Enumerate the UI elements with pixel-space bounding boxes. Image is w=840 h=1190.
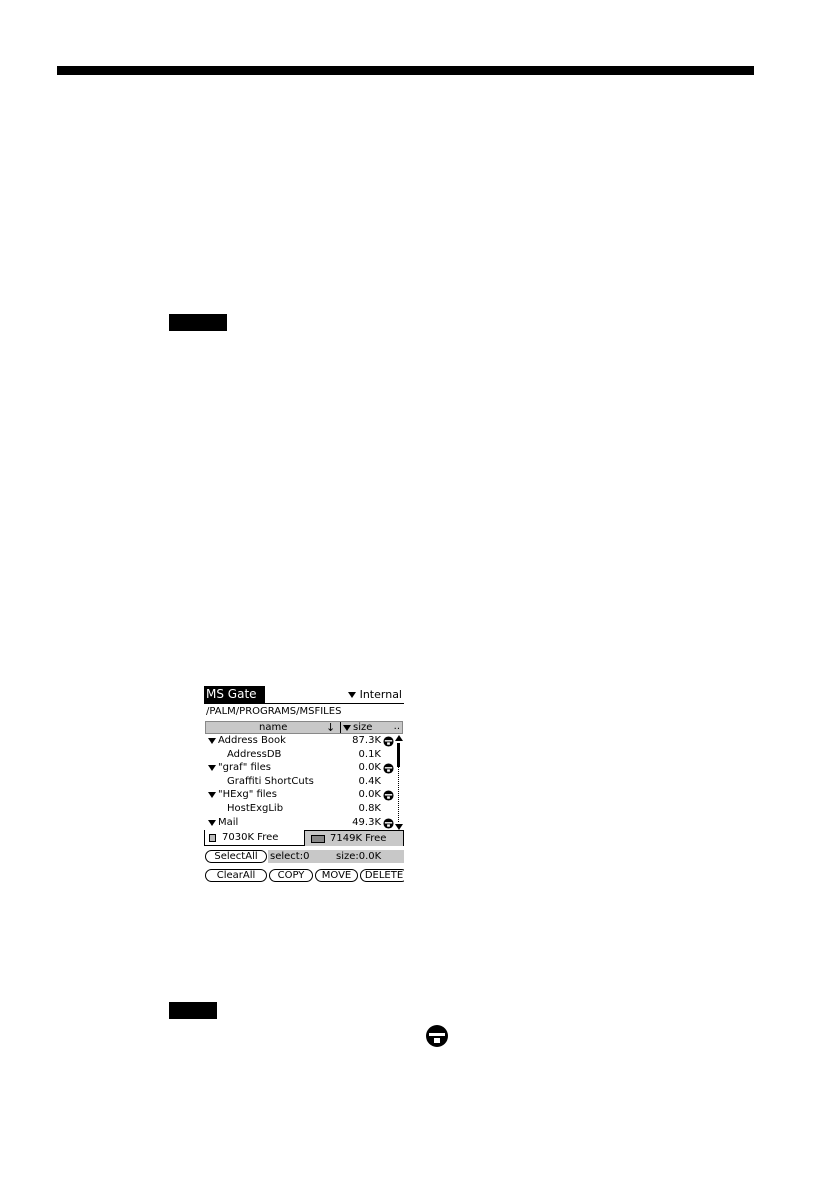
lock-icon [383,763,394,774]
button-row: ClearAll COPY MOVE DELETE [204,869,404,883]
row-label: AddressDB [227,748,282,760]
triangle-down-icon[interactable] [208,765,216,772]
row-size: 49.3K [352,816,381,828]
row-name: "HExg" files [208,790,277,800]
note-label-block-2 [169,1002,217,1019]
row-size: 0.4K [358,775,381,787]
scrollbar[interactable] [395,735,403,830]
scroll-thumb[interactable] [397,743,400,767]
row-label: "HExg" files [218,789,277,801]
folder-row[interactable]: Address Book 87.3K [205,735,395,749]
tab-memory-stick[interactable]: 7030K Free [204,830,305,846]
current-path: /PALM/PROGRAMS/MSFILES [206,706,342,717]
note-label-block [169,314,227,331]
tab-left-label: 7030K Free [222,831,279,843]
row-label: "graf" files [218,762,271,774]
status-row: SelectAll select:0 size:0.0K [204,850,404,864]
row-size: 0.0K [358,762,381,774]
select-count: select:0 [270,851,310,862]
row-name: Mail [208,816,239,828]
size-column-header[interactable]: size [343,723,372,733]
lock-icon [383,818,394,829]
tab-right-label: 7149K Free [330,832,387,844]
column-header: name ↓ size .. [205,721,403,734]
row-size: 0.0K [358,789,381,801]
lock-icon [426,1025,448,1047]
triangle-down-icon [343,725,351,731]
lock-icon [383,736,394,747]
move-button[interactable]: MOVE [315,869,358,882]
row-size: 0.8K [358,802,381,814]
internal-memory-icon [311,834,325,843]
row-label: HostExgLib [227,802,284,814]
title-bar: MS Gate Internal [204,686,404,704]
triangle-down-icon[interactable] [208,738,216,744]
folder-row[interactable]: "graf" files 0.0K [205,762,395,776]
select-all-button[interactable]: SelectAll [205,850,267,863]
lock-icon [383,790,394,801]
file-row[interactable]: HostExgLib 0.8K [205,803,395,817]
top-rule [57,66,754,75]
size-column-label: size [353,722,373,733]
row-size: 0.1K [358,748,381,760]
row-name: AddressDB [227,748,282,760]
scroll-up-arrow-icon[interactable] [395,735,403,741]
file-row[interactable]: AddressDB 0.1K [205,749,395,763]
delete-button[interactable]: DELETE [360,869,404,882]
row-name: "graf" files [208,763,271,773]
clear-all-button[interactable]: ClearAll [205,869,267,882]
row-label: Graffiti ShortCuts [227,775,314,787]
copy-button[interactable]: COPY [269,869,313,882]
selection-status: select:0 size:0.0K [268,850,404,863]
name-column-header[interactable]: name [259,723,287,733]
row-label: Address Book [218,735,286,746]
file-list: Address Book 87.3K AddressDB 0.1K "graf" fil… [205,735,395,830]
palm-screen: MS Gate Internal /PALM/PROGRAMS/MSFILES … [204,686,404,884]
memory-stick-icon [209,833,216,842]
folder-row[interactable]: "HExg" files 0.0K [205,789,395,803]
sort-arrow-icon[interactable]: ↓ [326,722,335,733]
row-name: HostExgLib [227,802,284,814]
location-label: Internal [359,688,402,701]
row-size: 87.3K [352,735,381,746]
file-row[interactable]: Graffiti ShortCuts 0.4K [205,776,395,790]
tab-internal[interactable]: 7149K Free [305,830,404,846]
triangle-down-icon [347,691,356,698]
row-name: Graffiti ShortCuts [227,775,314,787]
location-selector[interactable]: Internal [347,686,402,703]
app-title: MS Gate [204,686,265,703]
selected-size: size:0.0K [336,851,382,862]
more-columns[interactable]: .. [394,722,400,732]
triangle-down-icon[interactable] [208,819,216,826]
row-label: Mail [218,816,239,828]
row-name: Address Book [208,736,286,746]
triangle-down-icon[interactable] [208,792,216,799]
column-divider [340,722,341,733]
folder-row[interactable]: Mail 49.3K [205,817,395,831]
